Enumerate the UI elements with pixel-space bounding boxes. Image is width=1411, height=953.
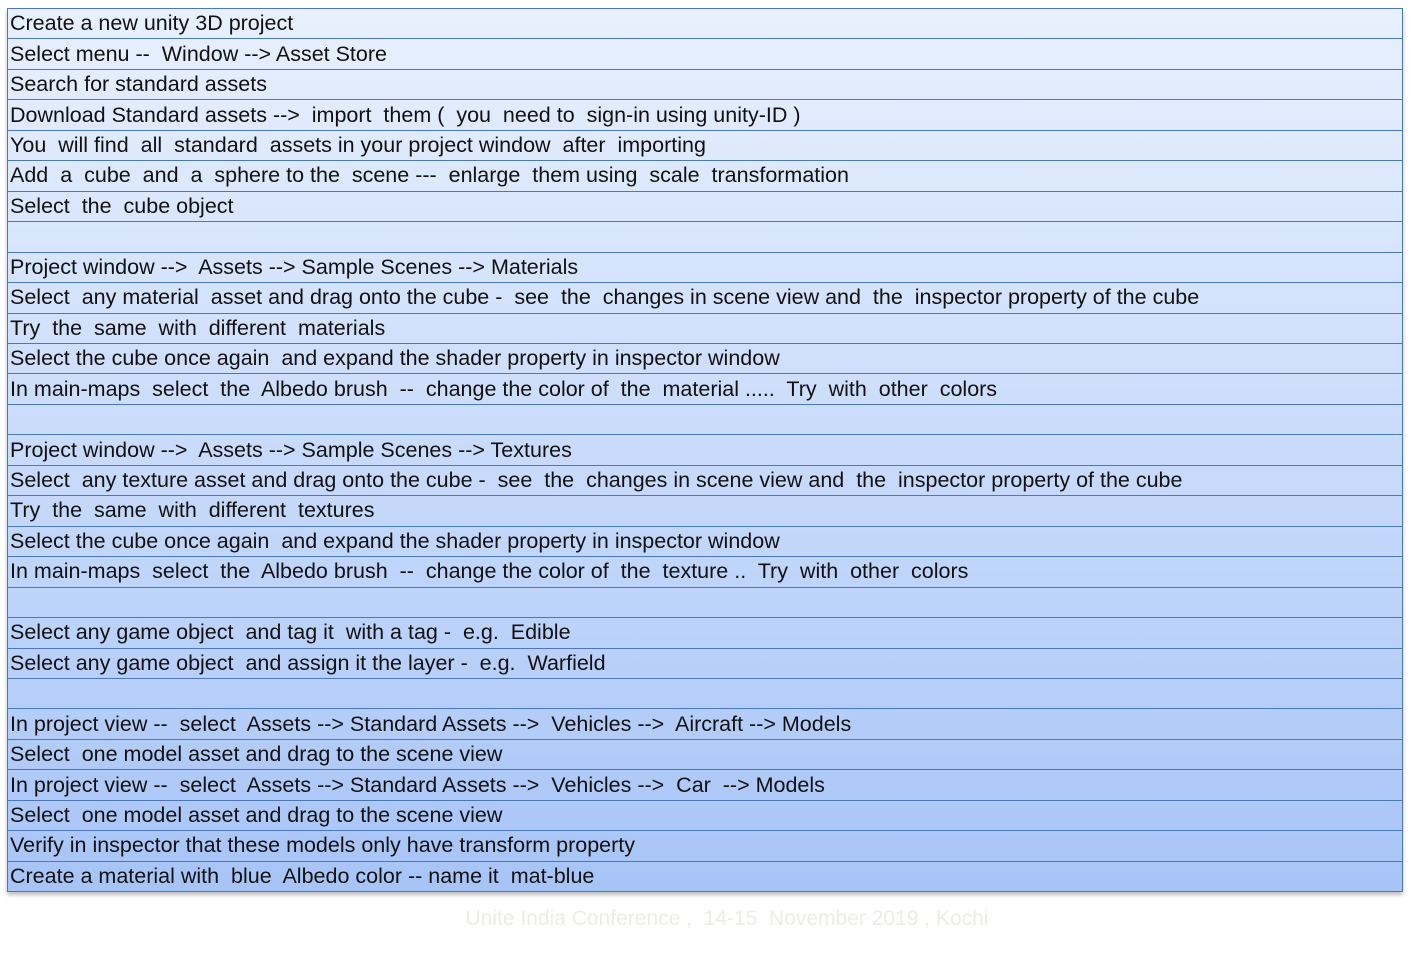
table-row: Project window --> Assets --> Sample Sce… — [8, 253, 1402, 284]
table-row: Add a cube and a sphere to the scene ---… — [8, 161, 1402, 192]
table-row: Select any texture asset and drag onto t… — [8, 466, 1402, 497]
slide: Create a new unity 3D project Select men… — [0, 0, 1411, 953]
table-row: Select menu -- Window --> Asset Store — [8, 39, 1402, 70]
table-row: In main-maps select the Albedo brush -- … — [8, 557, 1402, 588]
table-row: Select any game object and assign it the… — [8, 649, 1402, 679]
table-row: Verify in inspector that these models on… — [8, 831, 1402, 862]
table-row: Select any material asset and drag onto … — [8, 283, 1402, 314]
footer-text: Unite India Conference , 14-15 November … — [465, 907, 989, 930]
table-row: Select the cube once again and expand th… — [8, 527, 1402, 558]
table-row: Select one model asset and drag to the s… — [8, 740, 1402, 771]
table-row: Create a material with blue Albedo color… — [10, 863, 595, 888]
table-row: Select the cube once again and expand th… — [8, 344, 1402, 375]
table-row-empty — [8, 588, 1402, 619]
table-row: Try the same with different materials — [8, 314, 1402, 344]
table-row: Select any game object and tag it with a… — [8, 618, 1402, 649]
table-row: In project view -- select Assets --> Sta… — [8, 709, 1402, 740]
table-row: Select one model asset and drag to the s… — [8, 801, 1402, 832]
table-row: Project window --> Assets --> Sample Sce… — [8, 435, 1402, 466]
table-row: You will find all standard assets in you… — [8, 131, 1402, 162]
table-row: Search for standard assets — [8, 70, 1402, 101]
table-row: Try the same with different textures — [8, 496, 1402, 527]
table-row: Download Standard assets --> import them… — [8, 100, 1402, 131]
table-row-empty — [8, 405, 1402, 436]
table-row: In project view -- select Assets --> Sta… — [8, 770, 1402, 801]
table-row-empty — [8, 679, 1402, 710]
table-row: In main-maps select the Albedo brush -- … — [8, 374, 1402, 405]
steps-table: Create a new unity 3D project Select men… — [7, 8, 1403, 892]
table-row: Select the cube object — [8, 192, 1402, 223]
table-row: Create a new unity 3D project — [8, 9, 1402, 40]
table-row-empty — [8, 222, 1402, 253]
